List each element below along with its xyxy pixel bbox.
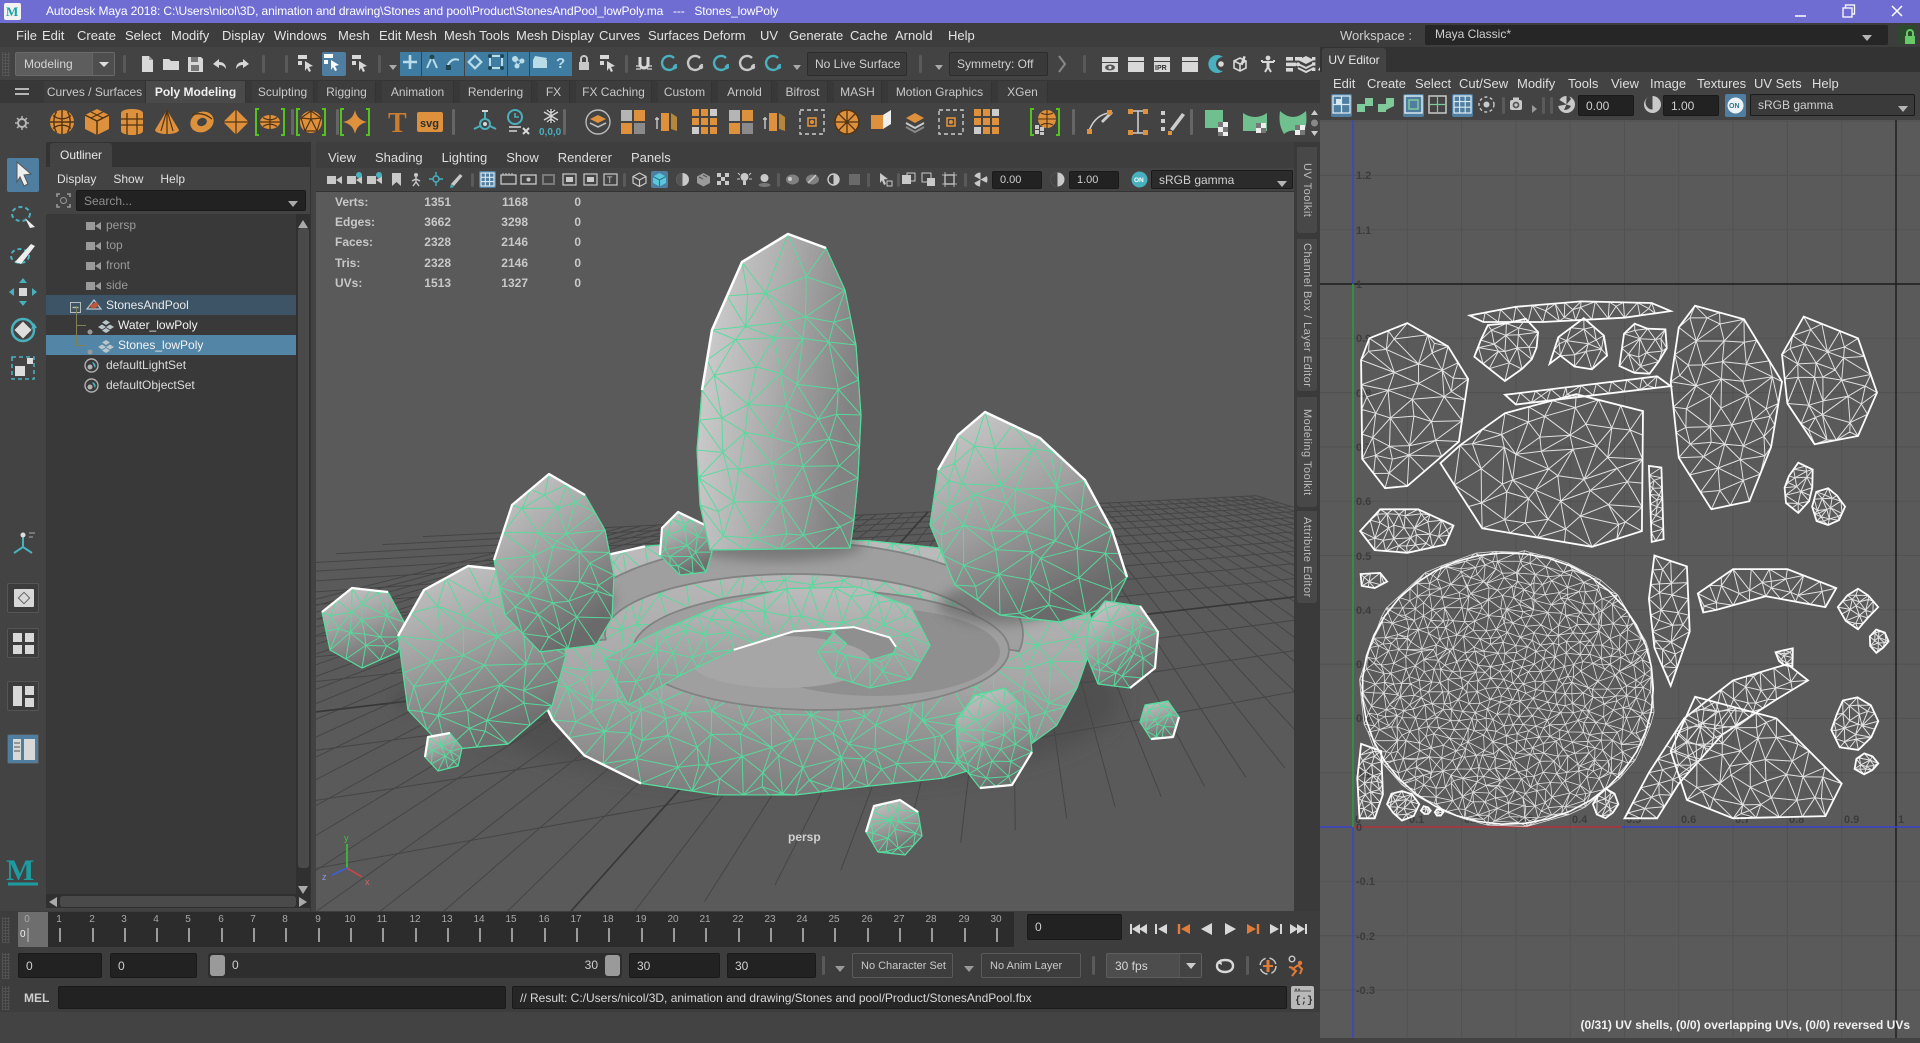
svg-text:z: z: [322, 872, 327, 882]
svg-text:1: 1: [1898, 814, 1904, 826]
svg-text:0.6: 0.6: [1356, 496, 1371, 508]
svg-text:T: T: [388, 108, 407, 137]
svg-text:ON: ON: [1134, 177, 1144, 184]
svg-text:0.6: 0.6: [1681, 814, 1696, 826]
svg-text:-0.1: -0.1: [1356, 876, 1375, 888]
svg-text:0.4: 0.4: [1572, 814, 1588, 826]
svg-text:0,0,0: 0,0,0: [539, 127, 562, 137]
svg-text:x: x: [365, 877, 370, 887]
svg-text:y: y: [344, 833, 349, 843]
svg-text:ON: ON: [1729, 103, 1740, 110]
svg-text:1: 1: [1356, 279, 1362, 291]
svg-text:-0.2: -0.2: [1356, 931, 1375, 943]
svg-text:1.2: 1.2: [1356, 170, 1371, 182]
svg-text:1.1: 1.1: [1356, 225, 1371, 237]
svg-text:T: T: [607, 175, 613, 185]
svg-text:svg: svg: [420, 118, 439, 130]
svg-text:{;}: {;}: [1295, 995, 1313, 1007]
svg-text:?: ?: [556, 55, 565, 72]
svg-text:0.7: 0.7: [1356, 442, 1371, 454]
svg-text:0.5: 0.5: [1356, 551, 1371, 563]
svg-text:-0.3: -0.3: [1356, 985, 1375, 997]
svg-text:0.5: 0.5: [1626, 814, 1641, 826]
svg-text:0.4: 0.4: [1356, 605, 1372, 617]
svg-text:IPR: IPR: [1155, 65, 1167, 72]
svg-text:M: M: [6, 4, 18, 19]
svg-text:M: M: [6, 854, 34, 887]
svg-text:0.9: 0.9: [1844, 814, 1859, 826]
